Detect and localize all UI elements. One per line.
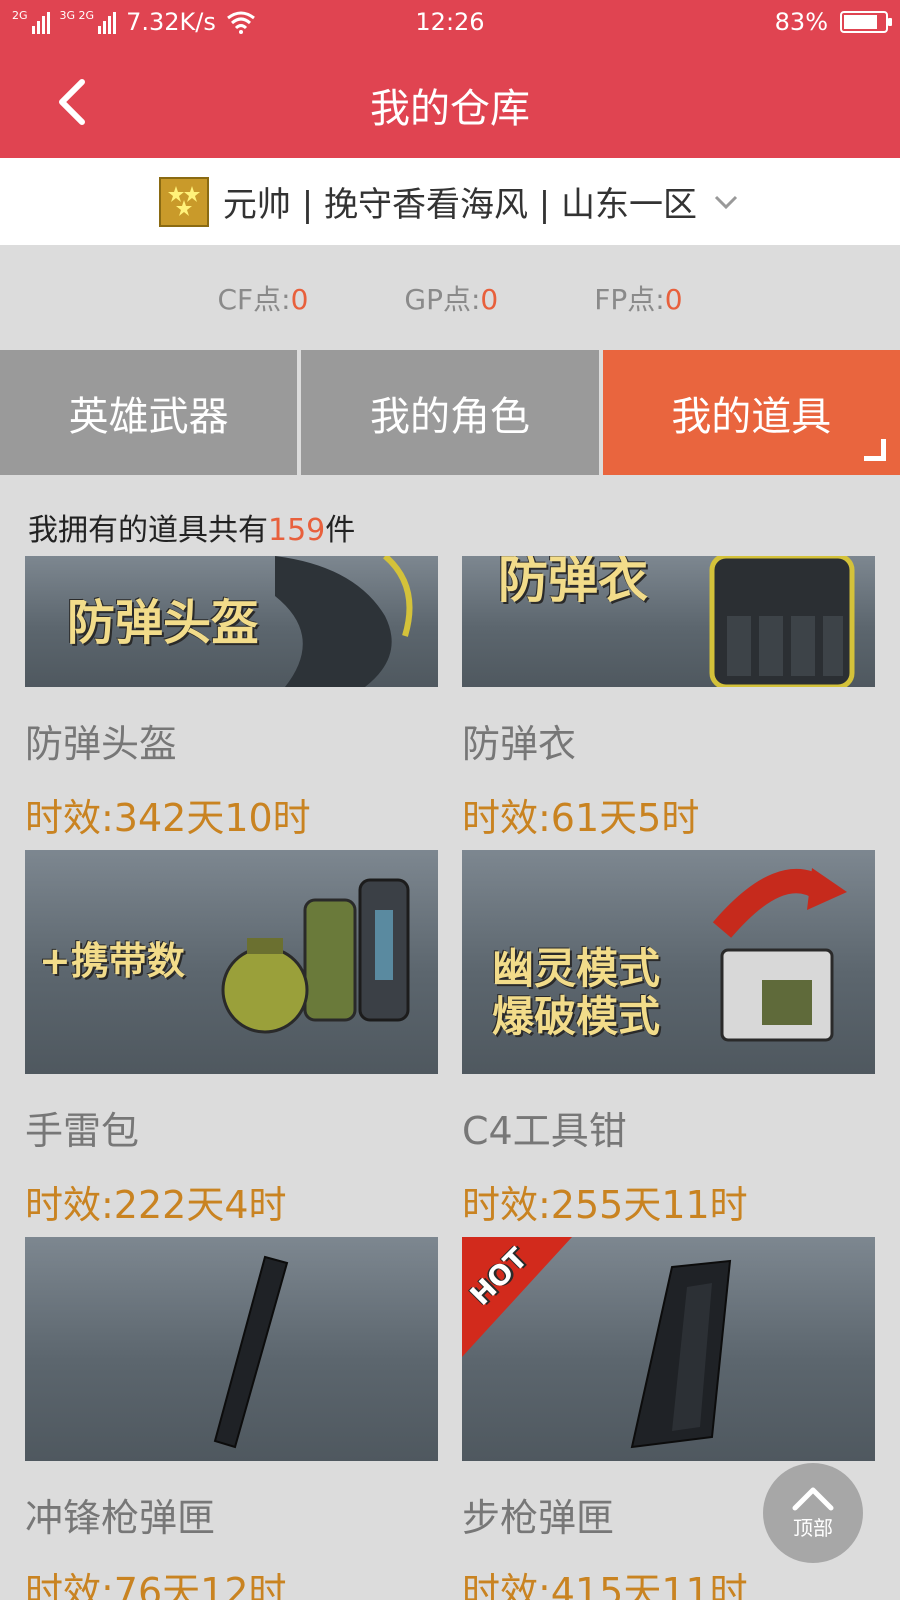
item-card[interactable]: +携带数 手雷包 时效:222天4时: [25, 850, 438, 1229]
tab-hero-weapons[interactable]: 英雄武器: [0, 350, 298, 475]
rank-badge: [158, 176, 209, 227]
tab-my-items-label: 我的道具: [671, 393, 832, 440]
item-duration: 时效:76天12时: [25, 1570, 287, 1600]
page-title: 我的仓库: [370, 86, 530, 132]
app-header: 我的仓库: [0, 46, 900, 158]
chevron-up-icon: [792, 1487, 834, 1510]
clock: 12:26: [415, 8, 485, 36]
item-duration: 时效:255天11时: [462, 1183, 748, 1227]
account-selector[interactable]: 元帅 | 挽守香看海风 | 山东一区: [0, 158, 900, 245]
points-bar: CF点:0 GP点:0 FP点:0: [0, 245, 900, 350]
battery-level: [844, 15, 878, 29]
count-number: 159: [268, 513, 326, 548]
status-right: 83%: [774, 8, 892, 36]
account-info: 元帅 | 挽守香看海风 | 山东一区: [222, 185, 698, 225]
cf-points: CF点:0: [217, 282, 309, 316]
item-card[interactable]: 幽灵模式 爆破模式 C4工具钳 时效:255天11时: [462, 850, 875, 1229]
item-banner-text: 防弹头盔: [67, 595, 260, 651]
item-card[interactable]: 防弹头盔 防弹头盔 时效:342天10时: [25, 556, 438, 842]
gp-points: GP点:0: [404, 282, 499, 316]
battery-icon: [840, 11, 892, 33]
category-tabs: 英雄武器 我的角色 我的道具: [0, 350, 900, 475]
item-duration: 时效:222天4时: [25, 1183, 287, 1227]
item-name: 手雷包: [25, 1109, 140, 1153]
item-name: 防弹衣: [462, 722, 577, 766]
item-card[interactable]: 冲锋枪弹匣 时效:76天12时: [25, 1237, 438, 1600]
corner-mark-icon: [863, 439, 886, 461]
fp-points: FP点:0: [594, 282, 683, 316]
battery-percent: 83%: [774, 8, 828, 36]
item-card[interactable]: 防弹衣 防弹衣 时效:61天5时: [462, 556, 875, 842]
item-image: HOT: [462, 1237, 875, 1461]
item-image: 防弹衣: [462, 556, 875, 687]
count-suffix: 件: [325, 513, 356, 548]
back-to-top-label: 顶部: [793, 1515, 833, 1540]
back-to-top-button[interactable]: 顶部: [763, 1463, 863, 1563]
item-image: 防弹头盔: [25, 556, 438, 687]
item-name: 防弹头盔: [25, 722, 178, 766]
count-prefix: 我拥有的道具共有: [28, 513, 268, 548]
item-count: 我拥有的道具共有159件: [28, 505, 355, 549]
item-image: +携带数: [25, 850, 438, 1074]
item-image: [25, 1237, 438, 1461]
item-image: 幽灵模式 爆破模式: [462, 850, 875, 1074]
item-banner-text: 防弹衣: [498, 556, 648, 609]
item-banner-text: 幽灵模式 爆破模式: [492, 944, 661, 1042]
item-duration: 时效:61天5时: [462, 796, 700, 840]
tab-my-roles[interactable]: 我的角色: [301, 350, 599, 475]
item-name: C4工具钳: [462, 1109, 627, 1153]
smg-magazine-icon: [213, 1255, 289, 1449]
chevron-down-icon[interactable]: [711, 187, 741, 217]
item-duration: 时效:415天11时: [462, 1570, 748, 1600]
status-bar: 2G 3G 2G 7.32K/s 12:26 83%: [0, 0, 900, 46]
item-name: 冲锋枪弹匣: [25, 1496, 216, 1540]
item-duration: 时效:342天10时: [25, 796, 311, 840]
item-banner-text: +携带数: [39, 939, 185, 983]
tab-my-items[interactable]: 我的道具: [602, 350, 900, 475]
star-icon: [167, 185, 200, 216]
